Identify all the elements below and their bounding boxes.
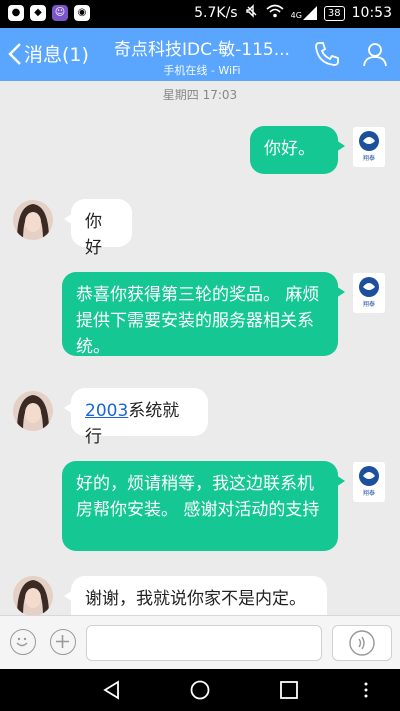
emoji-icon	[16, 637, 28, 647]
company-logo-icon: 翔泰	[359, 277, 379, 308]
phone-button[interactable]	[313, 40, 341, 72]
qq-icon: ●	[8, 5, 24, 21]
contact-name: 奇点科技IDC-敏-115...	[114, 40, 290, 60]
avatar[interactable]: 翔泰	[353, 273, 385, 313]
message-bubble[interactable]: 你好	[64, 199, 132, 258]
plus-button[interactable]	[50, 629, 76, 655]
network-speed: 5.7K/s	[194, 5, 238, 21]
back-label: 消息(1)	[24, 44, 89, 66]
message-text: 恭喜你获得第三轮的奖品。 麻烦提供下需要安装的服务器相关系统。	[76, 285, 320, 357]
avatar[interactable]	[13, 576, 53, 615]
user-avatar-icon	[13, 200, 53, 240]
mute-icon	[245, 4, 259, 22]
square-recent-icon	[280, 681, 298, 699]
online-status: 手机在线 - WiFi	[163, 64, 241, 77]
svg-text:翔泰: 翔泰	[363, 300, 375, 308]
notification-icons: ● ◆ ☺ ◉	[8, 5, 90, 21]
voice-icon	[349, 630, 375, 656]
nav-back-button[interactable]	[100, 679, 122, 705]
message-bubble[interactable]: 你好。	[250, 126, 345, 174]
nav-menu-button[interactable]	[360, 679, 372, 705]
menu-dots-icon	[364, 682, 368, 698]
company-logo-icon: 翔泰	[359, 466, 379, 497]
clock: 10:53	[351, 5, 392, 21]
nav-home-button[interactable]	[189, 679, 211, 705]
nav-recent-button[interactable]	[278, 679, 300, 705]
chat-title[interactable]: 奇点科技IDC-敏-115... 手机在线 - WiFi	[112, 35, 292, 78]
message-bubble[interactable]: 好的，烦请稍等，我这边联系机房帮你安装。 感谢对活动的支持	[62, 461, 345, 551]
phone-icon	[315, 42, 339, 66]
message-bubble[interactable]: 谢谢，我就说你家不是内定。	[64, 576, 327, 615]
message-bubble[interactable]: 2003系统就行	[64, 388, 208, 447]
navigation-bar	[0, 669, 400, 711]
message-text: 谢谢，我就说你家不是内定。	[85, 589, 306, 609]
triangle-back-icon	[103, 680, 119, 700]
emoji-button[interactable]	[10, 629, 36, 655]
user-avatar-icon	[13, 391, 53, 431]
shield-notification-icon: ◆	[30, 5, 46, 21]
svg-text:翔泰: 翔泰	[363, 489, 375, 497]
voice-button[interactable]	[332, 625, 392, 661]
battery-icon: 38	[323, 5, 345, 21]
avatar[interactable]: 翔泰	[353, 462, 385, 502]
back-button[interactable]: 消息(1)	[8, 40, 89, 67]
app-notification-icon: ☺	[52, 5, 68, 21]
weibo-icon: ◉	[74, 5, 90, 21]
svg-text:翔泰: 翔泰	[363, 154, 375, 162]
avatar[interactable]: 翔泰	[353, 127, 385, 167]
avatar[interactable]	[13, 391, 53, 431]
input-bar	[0, 615, 400, 670]
user-avatar-icon	[13, 576, 53, 615]
chat-header: 消息(1) 奇点科技IDC-敏-115... 手机在线 - WiFi	[0, 28, 400, 81]
chat-area[interactable]: 星期四 17:03 你好。 翔泰 你好 恭喜你获得第三轮的奖品。 麻烦提供下需要…	[0, 81, 400, 615]
message-text: 好的，烦请稍等，我这边联系机房帮你安装。 感谢对活动的支持	[76, 474, 320, 520]
chevron-left-icon	[8, 42, 21, 65]
contact-button[interactable]	[361, 40, 389, 72]
message-link[interactable]: 2003	[85, 401, 128, 421]
message-text: 你好。	[264, 139, 315, 159]
contact-icon	[363, 43, 387, 67]
status-bar: ● ◆ ☺ ◉ 5.7K/s 4G 38 10:53	[0, 0, 400, 28]
wifi-icon	[266, 4, 284, 22]
signal-icon: 4G	[291, 6, 317, 20]
plus-icon	[56, 635, 69, 648]
circle-home-icon	[190, 680, 210, 700]
timestamp: 星期四 17:03	[162, 88, 238, 102]
status-right: 5.7K/s 4G 38 10:53	[194, 4, 392, 22]
message-input[interactable]	[86, 625, 322, 661]
avatar[interactable]	[13, 200, 53, 240]
message-text: 你好	[85, 212, 102, 258]
company-logo-icon: 翔泰	[359, 131, 379, 162]
message-bubble[interactable]: 恭喜你获得第三轮的奖品。 麻烦提供下需要安装的服务器相关系统。	[62, 272, 345, 357]
